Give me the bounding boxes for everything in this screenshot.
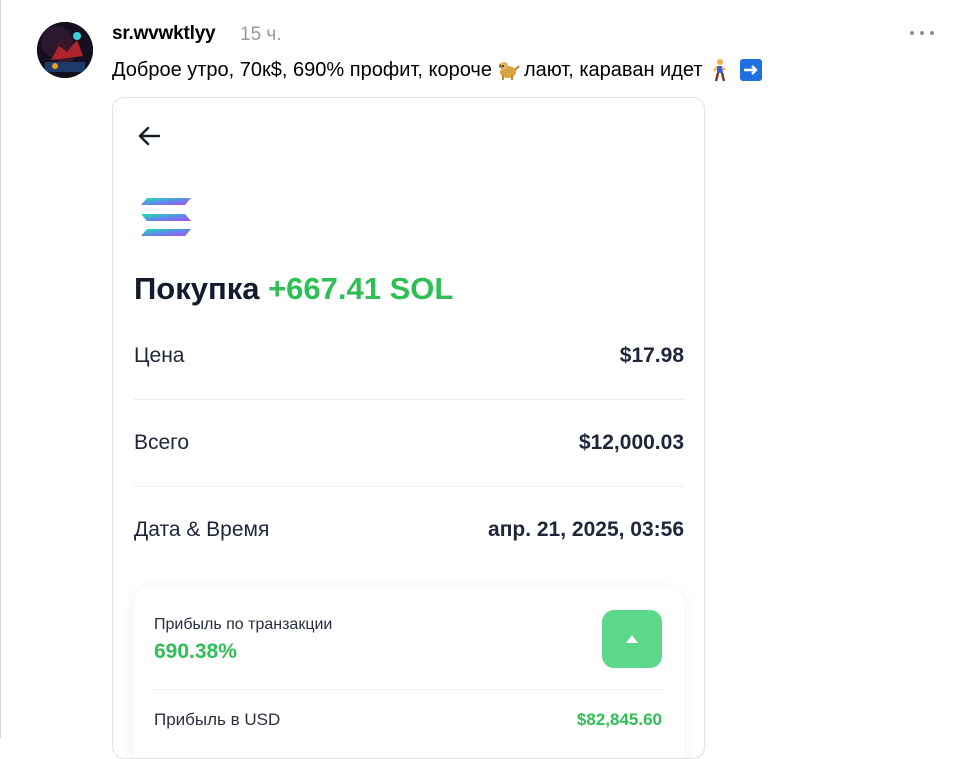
total-label: Всего (134, 431, 190, 454)
usd-profit-label: Прибыль в USD (154, 710, 281, 729)
more-dot (930, 31, 934, 35)
title-prefix: Покупка (134, 271, 260, 306)
transaction-card: Покупка +667.41 SOL Цена $17.98 Всего $1… (112, 97, 705, 759)
more-dot (910, 31, 914, 35)
post-text: Доброе утро, 70к$, 690% профит, короче л… (112, 58, 767, 82)
more-icon[interactable] (908, 22, 936, 42)
divider (154, 689, 664, 690)
more-dot (920, 31, 924, 35)
total-row: Всего $12,000.03 (134, 423, 684, 463)
datetime-value: апр. 21, 2025, 03:56 (488, 518, 684, 541)
dog-emoji (496, 58, 520, 82)
post-text-part1: Доброе утро, 70к$, 690% профит, короче (112, 58, 492, 81)
triangle-up-icon (626, 635, 638, 643)
post-text-part2: лают, караван идет (523, 58, 703, 81)
datetime-label: Дата & Время (134, 518, 270, 541)
usd-profit-value: $82,845.60 (576, 710, 662, 729)
right-arrow-emoji (739, 58, 763, 82)
tx-profit-label: Прибыль по транзакции (154, 616, 333, 633)
back-arrow-icon[interactable] (135, 122, 165, 150)
person-walking-emoji (707, 58, 731, 82)
profit-toggle-button[interactable] (602, 610, 662, 668)
price-value: $17.98 (619, 344, 684, 367)
solana-logo-icon (139, 196, 193, 240)
post-time[interactable]: 15 ч. (240, 24, 282, 46)
divider (134, 486, 684, 487)
datetime-row: Дата & Время апр. 21, 2025, 03:56 (134, 510, 684, 550)
total-value: $12,000.03 (578, 431, 684, 454)
avatar[interactable] (37, 22, 93, 78)
price-row: Цена $17.98 (134, 336, 684, 376)
profit-box: Прибыль по транзакции 690.38% Прибыль в … (134, 588, 684, 758)
price-label: Цена (134, 344, 185, 367)
left-border (0, 0, 1, 738)
title-amount: +667.41 SOL (268, 271, 454, 306)
divider (134, 399, 684, 400)
username[interactable]: sr.wvwktlyy (112, 23, 216, 45)
page-title: Покупка +667.41 SOL (134, 271, 453, 307)
tx-profit-value: 690.38% (154, 640, 237, 663)
